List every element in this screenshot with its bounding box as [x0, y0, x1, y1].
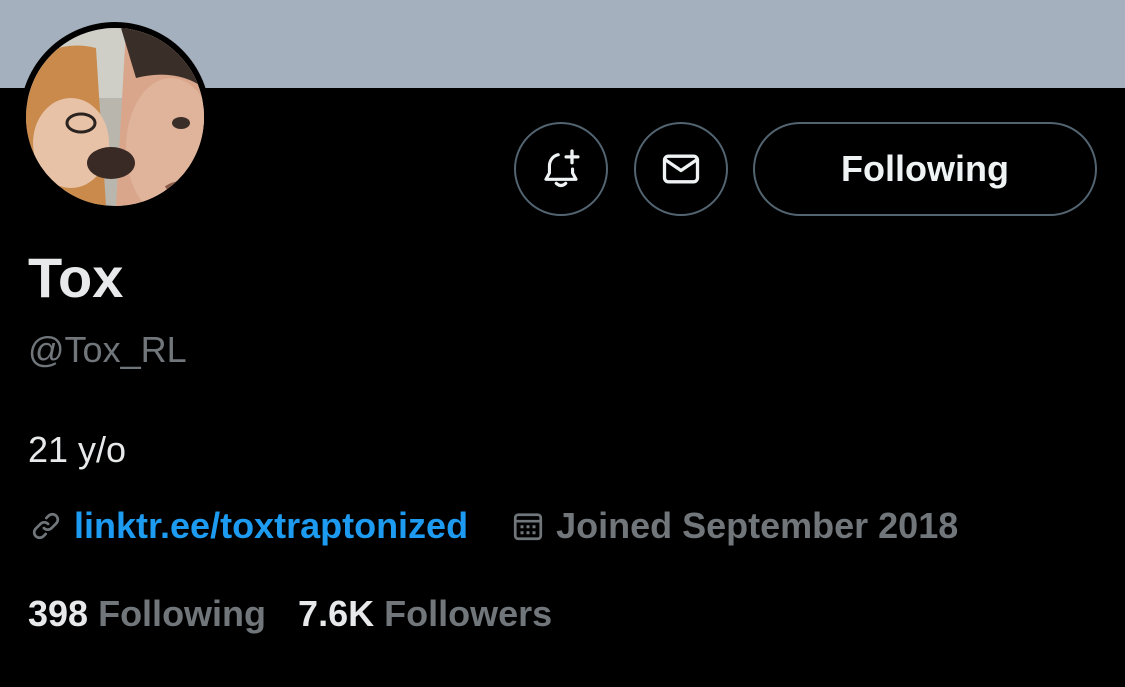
avatar[interactable]	[20, 22, 210, 212]
bio: 21 y/o	[28, 429, 127, 470]
joined-date: Joined September 2018	[556, 505, 959, 546]
calendar-icon	[510, 508, 546, 544]
following-stat[interactable]: 398 Following	[28, 593, 266, 635]
following-button[interactable]: Following	[753, 122, 1097, 216]
bell-plus-icon	[544, 149, 580, 188]
followers-stat[interactable]: 7.6K Followers	[298, 593, 552, 635]
notify-button[interactable]	[514, 122, 608, 216]
following-count: 398	[28, 593, 89, 634]
following-label: Following	[98, 593, 267, 634]
avatar-image	[26, 28, 204, 206]
profile-meta: linktr.ee/toxtraptonized Joined Septembe…	[28, 504, 958, 548]
followers-label: Followers	[384, 593, 553, 634]
follow-stats: 398 Following 7.6K Followers	[28, 592, 552, 636]
followers-count: 7.6K	[298, 593, 375, 634]
user-handle: @Tox_RL	[28, 329, 187, 370]
profile-link[interactable]: linktr.ee/toxtraptonized	[74, 505, 468, 547]
link-icon	[28, 508, 64, 544]
envelope-icon	[662, 154, 700, 184]
display-name: Tox	[28, 246, 124, 309]
message-button[interactable]	[634, 122, 728, 216]
